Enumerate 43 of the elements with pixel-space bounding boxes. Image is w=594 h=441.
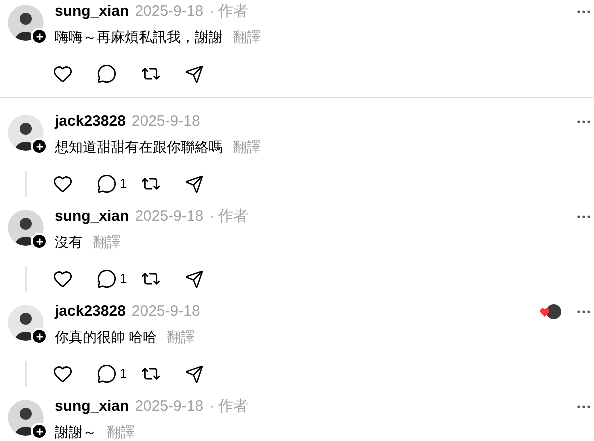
send-icon: [185, 64, 204, 84]
send-icon: [185, 270, 204, 288]
post-date: 2025-9-18: [135, 207, 204, 227]
author-tag: · 作者: [210, 206, 249, 228]
more-icon[interactable]: [577, 120, 591, 124]
follow-plus-icon[interactable]: [31, 423, 48, 440]
reply-button[interactable]: 1: [97, 268, 141, 290]
post-date: 2025-9-18: [132, 112, 200, 132]
more-icon[interactable]: [577, 10, 591, 14]
author-tag: · 作者: [210, 1, 249, 24]
comment-text: 沒有: [55, 232, 83, 252]
heart-icon: [53, 174, 73, 194]
post-date: 2025-9-18: [135, 2, 204, 22]
send-icon: [185, 174, 204, 194]
comment-text: 你真的很帥 哈哈: [55, 328, 157, 346]
username[interactable]: sung_xian: [55, 396, 130, 418]
author-tag: · 作者: [210, 396, 249, 418]
speech-bubble-icon: [97, 269, 117, 289]
follow-plus-icon[interactable]: [31, 328, 48, 345]
heart-icon: [53, 364, 73, 384]
reply-button[interactable]: 1: [97, 173, 141, 195]
send-icon: [185, 364, 204, 384]
follow-plus-icon[interactable]: [31, 233, 48, 250]
more-icon[interactable]: [577, 310, 591, 314]
heart-icon: [53, 64, 73, 84]
reply-button[interactable]: 1: [97, 363, 141, 385]
follow-plus-icon[interactable]: [31, 28, 48, 45]
username[interactable]: jack23828: [55, 111, 126, 134]
heart-icon: [53, 269, 73, 289]
speech-bubble-icon: [97, 174, 117, 194]
username[interactable]: jack23828: [55, 301, 126, 324]
more-icon[interactable]: [577, 405, 591, 409]
more-icon[interactable]: [577, 215, 591, 219]
username[interactable]: sung_xian: [55, 1, 130, 24]
username[interactable]: sung_xian: [55, 206, 130, 228]
comment-text: 謝謝～: [55, 422, 97, 441]
comment-text: 嗨嗨～再麻煩私訊我，謝謝: [55, 28, 223, 46]
speech-bubble-icon: [97, 64, 117, 84]
post-date: 2025-9-18: [135, 397, 204, 417]
speech-bubble-icon: [97, 364, 117, 384]
post-date: 2025-9-18: [132, 302, 200, 322]
follow-plus-icon[interactable]: [31, 138, 48, 155]
comment-text: 想知道甜甜有在跟你聯絡嗎: [55, 138, 223, 156]
